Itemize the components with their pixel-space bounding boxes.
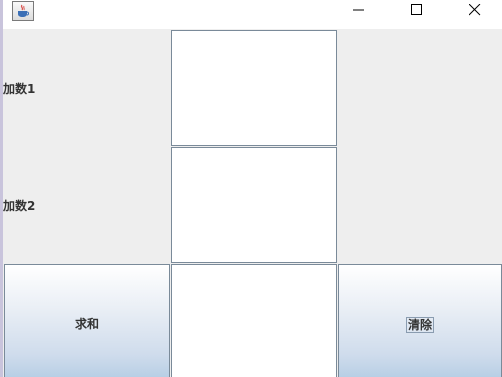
minimize-icon [353, 9, 364, 11]
clear-button-label: 清除 [405, 317, 434, 333]
addend2-label: 加数2 [3, 199, 36, 213]
sum-button[interactable]: 求和 [4, 264, 170, 377]
sum-button-label: 求和 [74, 317, 99, 331]
form-panel: 加数1 加数2 求和 清除 [3, 29, 502, 377]
close-icon [469, 4, 481, 16]
addend1-label: 加数1 [3, 82, 36, 96]
app-window: 加数1 加数2 求和 清除 [0, 0, 502, 377]
maximize-icon [411, 4, 422, 15]
clear-button-label-wrap: 清除 [339, 317, 501, 333]
addend1-input[interactable] [171, 30, 337, 146]
minimize-button[interactable] [336, 0, 382, 22]
clear-button[interactable]: 清除 [338, 264, 502, 377]
maximize-button[interactable] [394, 0, 440, 22]
close-button[interactable] [452, 0, 498, 22]
result-output[interactable] [171, 264, 337, 377]
java-coffee-cup-icon[interactable] [12, 1, 34, 21]
addend2-input[interactable] [171, 147, 337, 263]
title-bar[interactable] [3, 0, 502, 28]
